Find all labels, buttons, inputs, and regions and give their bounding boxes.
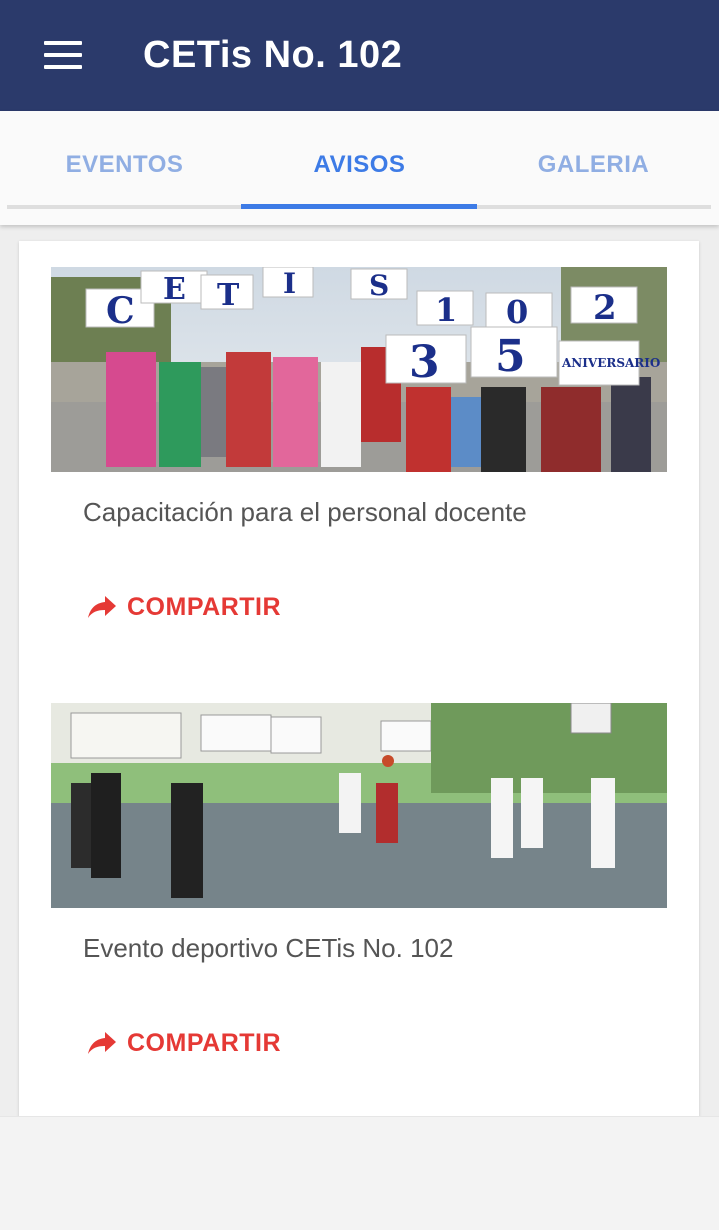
share-icon	[88, 1032, 116, 1054]
notice-title: Evento deportivo CETis No. 102	[83, 933, 454, 963]
sign-letter: E	[163, 272, 186, 307]
sign-letter: 5	[495, 331, 526, 382]
tab-eventos[interactable]: EVENTOS	[7, 111, 242, 209]
share-label: COMPARTIR	[127, 592, 282, 621]
share-button[interactable]: COMPARTIR	[87, 587, 281, 627]
share-button[interactable]: COMPARTIR	[87, 1023, 281, 1063]
sign-letter: 3	[409, 337, 440, 388]
sign-letter: T	[217, 278, 240, 313]
tab-indicator	[241, 204, 477, 209]
notice-image-basketball[interactable]	[51, 703, 667, 908]
sign-letter: S	[369, 269, 389, 302]
sign-banner: ANIVERSARIO	[561, 356, 660, 370]
menu-icon[interactable]	[44, 41, 82, 69]
notice-card: C E T I S 1 0 2 3 5 ANIVERSARIO Capacita…	[51, 267, 667, 667]
sign-letter: 2	[593, 288, 617, 328]
app-title: CETis No. 102	[143, 34, 403, 76]
tab-galeria[interactable]: GALERIA	[476, 111, 711, 209]
share-label: COMPARTIR	[127, 1028, 282, 1057]
notice-image-parade[interactable]: C E T I S 1 0 2 3 5 ANIVERSARIO	[51, 267, 667, 472]
bottom-area	[0, 1116, 719, 1230]
sign-letter: 0	[506, 293, 528, 331]
sign-letter: I	[283, 267, 296, 300]
sign-letter: C	[106, 290, 135, 332]
sign-letter: 1	[435, 291, 457, 329]
notice-title: Capacitación para el personal docente	[83, 497, 527, 527]
notice-card: Evento deportivo CETis No. 102 COMPARTIR	[51, 703, 667, 1103]
notices-list[interactable]: C E T I S 1 0 2 3 5 ANIVERSARIO Capacita…	[19, 241, 699, 1141]
tab-bar: EVENTOS AVISOS GALERIA	[0, 111, 719, 225]
share-icon	[88, 596, 116, 618]
app-bar: CETis No. 102	[0, 0, 719, 111]
tab-avisos[interactable]: AVISOS	[242, 111, 477, 209]
